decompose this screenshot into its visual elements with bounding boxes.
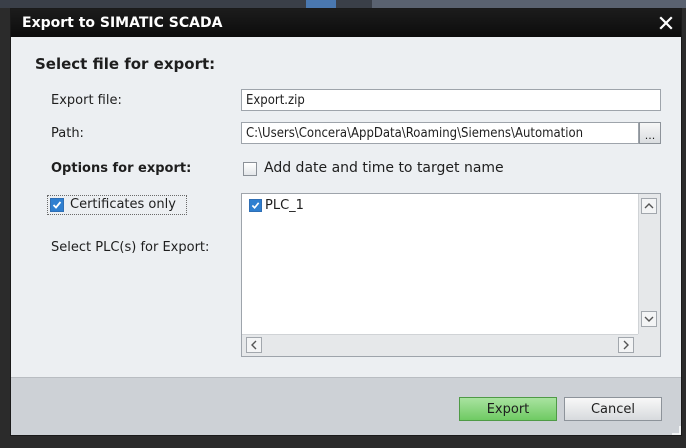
section-title: Select file for export: [35,55,216,73]
dialog-title: Export to SIMATIC SCADA [22,15,223,31]
select-plc-label: Select PLC(s) for Export: [51,240,210,255]
certificates-label[interactable]: Certificates only [70,197,176,212]
horizontal-scrollbar[interactable] [242,334,638,356]
add-date-checkbox[interactable] [243,162,257,176]
scrollbar-corner [638,334,660,356]
background-window-strip [0,0,686,8]
chevron-down-icon [644,316,654,322]
export-button[interactable]: Export [459,397,557,421]
dialog-content: Select file for export: Export file: Pat… [11,37,681,377]
chevron-up-icon [644,203,654,209]
plc-item-label: PLC_1 [265,198,304,213]
checkmark-icon [52,201,62,209]
close-icon [659,16,673,30]
path-input[interactable] [241,122,639,144]
export-file-label: Export file: [51,93,122,108]
background-tab [306,0,336,8]
chevron-left-icon [251,340,257,350]
background-panel [372,0,686,8]
scroll-down-button[interactable] [641,311,657,327]
vertical-scrollbar[interactable] [638,194,660,335]
chevron-right-icon [623,340,629,350]
browse-button[interactable]: ... [639,122,661,144]
resize-grip-icon[interactable] [671,425,681,435]
plc-checkbox[interactable] [249,199,262,212]
options-label: Options for export: [51,161,192,176]
scroll-left-button[interactable] [246,337,262,353]
checkmark-icon [251,202,260,209]
export-file-input[interactable] [241,89,661,111]
path-label: Path: [51,126,84,141]
scroll-up-button[interactable] [641,198,657,214]
add-date-label[interactable]: Add date and time to target name [264,160,504,176]
export-dialog: Export to SIMATIC SCADA Select file for … [10,8,682,436]
plc-listbox[interactable]: PLC_1 [241,193,661,357]
cancel-button[interactable]: Cancel [564,397,662,421]
scroll-right-button[interactable] [618,337,634,353]
close-button[interactable] [651,9,681,37]
dialog-titlebar: Export to SIMATIC SCADA [11,9,681,37]
certificates-checkbox[interactable] [50,198,64,212]
